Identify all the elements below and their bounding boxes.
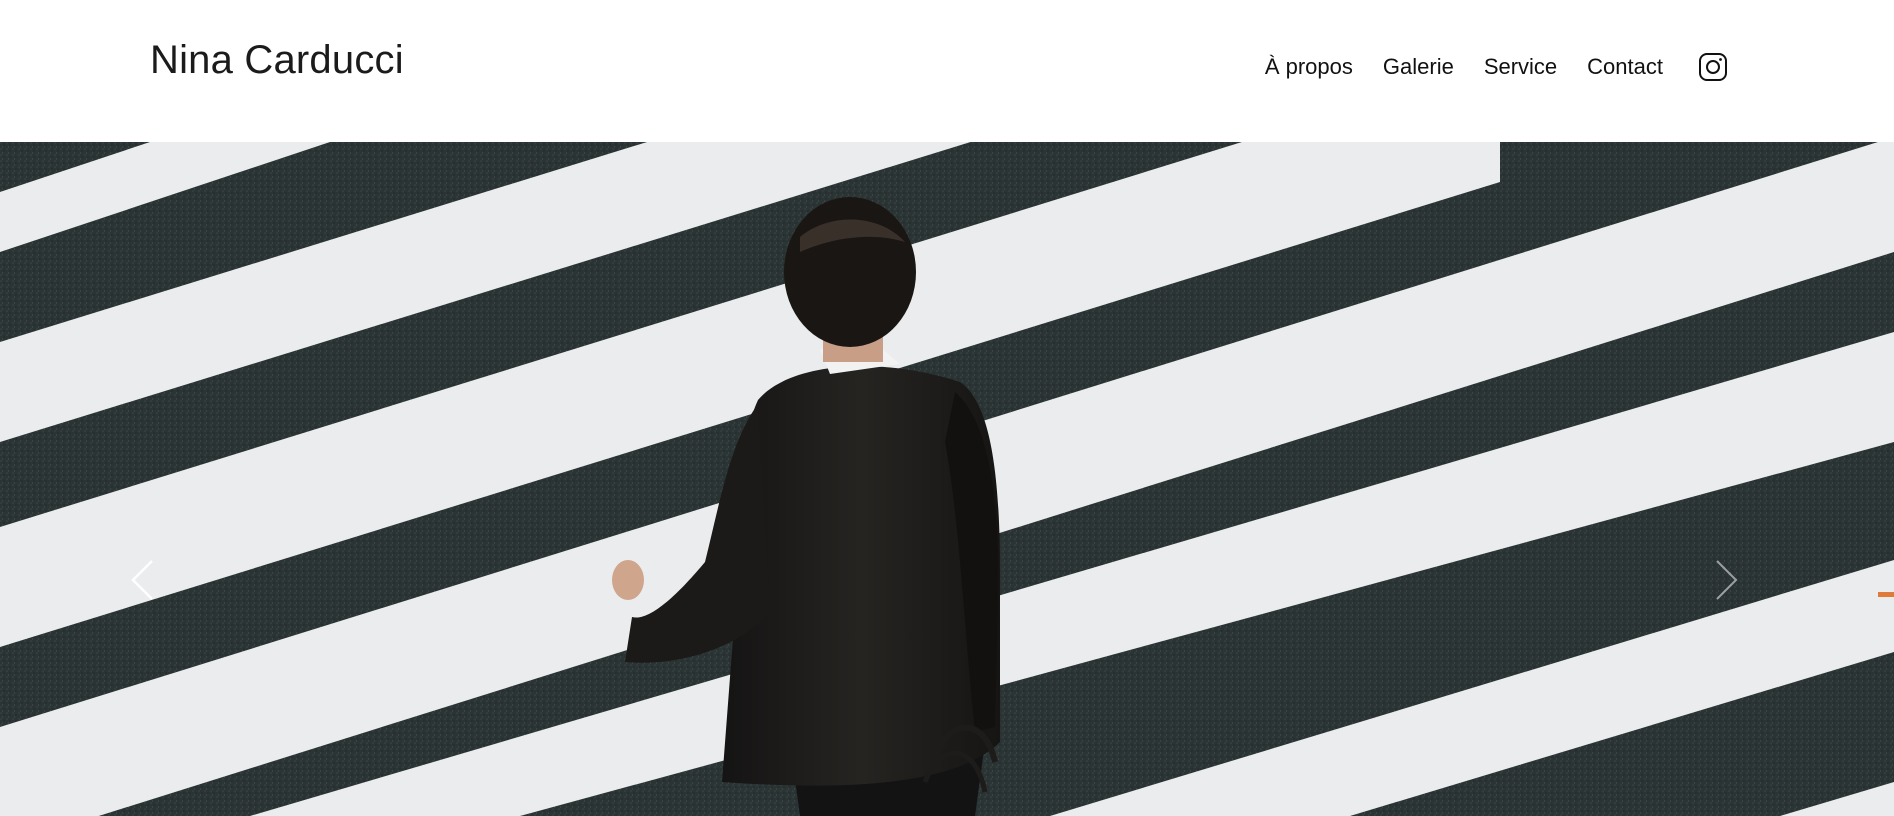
carousel-image: [0, 142, 1894, 816]
nav-link-contact[interactable]: Contact: [1587, 50, 1663, 84]
main-nav: À propos Galerie Service Contact: [1265, 50, 1729, 84]
nav-link-galerie[interactable]: Galerie: [1383, 50, 1454, 84]
nav-link-a-propos[interactable]: À propos: [1265, 50, 1353, 84]
chevron-right-icon[interactable]: [1707, 550, 1747, 610]
page: Nina Carducci À propos Galerie Service C…: [0, 0, 1894, 816]
site-header: Nina Carducci À propos Galerie Service C…: [0, 0, 1894, 142]
brand-title[interactable]: Nina Carducci: [150, 36, 404, 84]
instagram-icon[interactable]: [1697, 51, 1729, 83]
hero-carousel: [0, 142, 1894, 816]
chevron-left-icon[interactable]: [122, 550, 162, 610]
nav-link-service[interactable]: Service: [1484, 50, 1557, 84]
